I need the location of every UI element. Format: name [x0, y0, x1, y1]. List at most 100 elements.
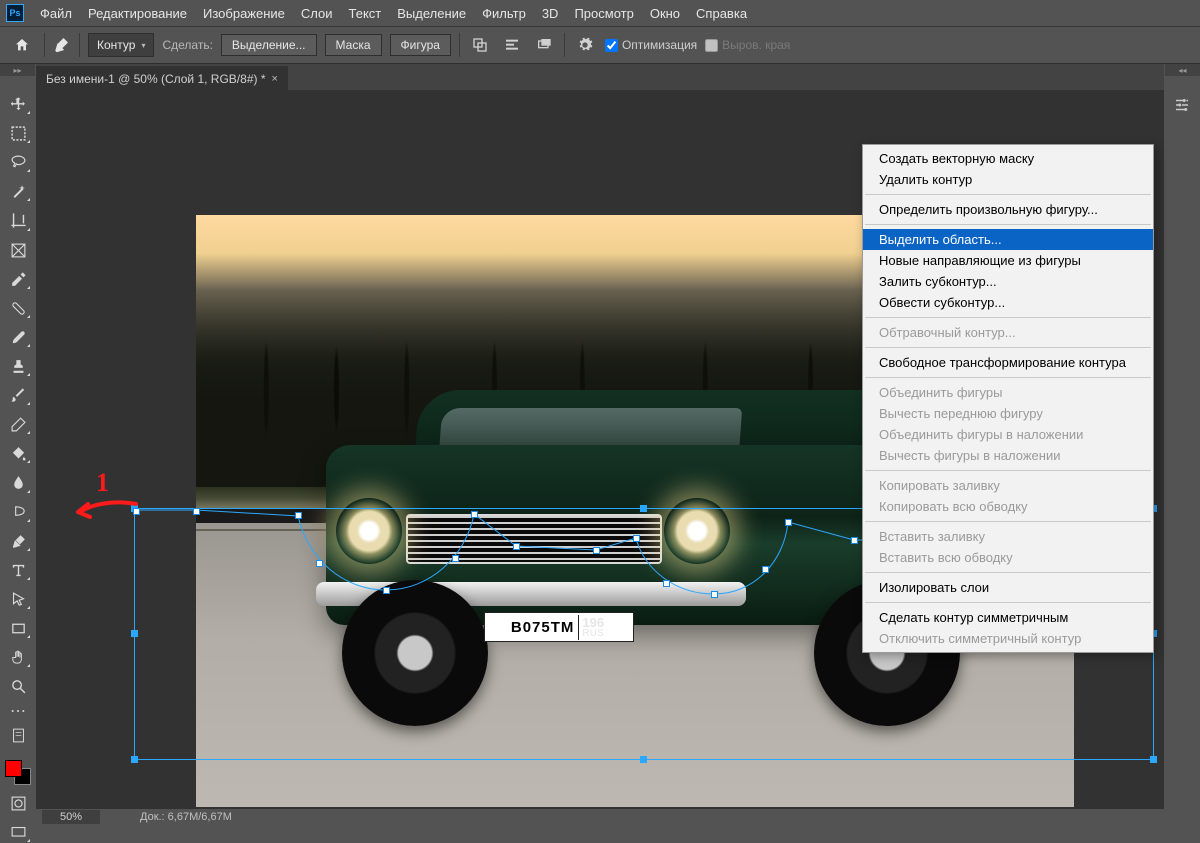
path-anchor[interactable]: [513, 543, 520, 550]
path-anchor[interactable]: [851, 537, 858, 544]
tool-crop[interactable]: [5, 210, 31, 231]
context-menu-item[interactable]: Новые направляющие из фигуры: [863, 250, 1153, 271]
context-menu-separator: [865, 521, 1151, 522]
tool-stamp[interactable]: [5, 356, 31, 377]
make-selection-button[interactable]: Выделение...: [221, 34, 317, 56]
menu-view[interactable]: Просмотр: [574, 6, 633, 21]
path-anchor[interactable]: [452, 555, 459, 562]
left-panel-toggle[interactable]: ▸▸: [0, 64, 35, 76]
path-align-button[interactable]: [500, 34, 524, 56]
tool-quick-mask[interactable]: [5, 793, 31, 814]
gear-button[interactable]: [573, 34, 597, 56]
tool-move[interactable]: [5, 94, 31, 115]
path-anchor[interactable]: [633, 535, 640, 542]
optimize-checkbox[interactable]: Оптимизация: [605, 38, 697, 52]
foreground-color[interactable]: [5, 760, 22, 777]
pen-mode-label: Контур: [97, 38, 135, 52]
align-edges-input: [705, 39, 718, 52]
tool-pen[interactable]: [5, 531, 31, 552]
tool-wand[interactable]: [5, 181, 31, 202]
make-shape-button[interactable]: Фигура: [390, 34, 451, 56]
context-menu-item: Объединить фигуры: [863, 382, 1153, 403]
path-anchor[interactable]: [593, 547, 600, 554]
right-panel-toggle[interactable]: ◂◂: [1165, 64, 1200, 76]
context-menu-item[interactable]: Залить субконтур...: [863, 271, 1153, 292]
tool-history-brush[interactable]: [5, 385, 31, 406]
close-icon[interactable]: ×: [272, 73, 278, 85]
tool-brush[interactable]: [5, 327, 31, 348]
frame-icon: [10, 242, 27, 259]
tool-edit-toolbar[interactable]: [5, 725, 31, 746]
tool-frame[interactable]: [5, 240, 31, 261]
tool-preset[interactable]: [53, 35, 71, 56]
tool-hand[interactable]: [5, 647, 31, 668]
menu-window[interactable]: Окно: [650, 6, 680, 21]
optimize-input[interactable]: [605, 39, 618, 52]
context-menu-item[interactable]: Создать векторную маску: [863, 148, 1153, 169]
context-menu-item[interactable]: Обвести субконтур...: [863, 292, 1153, 313]
context-menu[interactable]: Создать векторную маскуУдалить контур Опр…: [862, 144, 1154, 653]
path-anchor[interactable]: [762, 566, 769, 573]
menu-edit[interactable]: Редактирование: [88, 6, 187, 21]
context-menu-item[interactable]: Свободное трансформирование контура: [863, 352, 1153, 373]
path-anchor[interactable]: [383, 587, 390, 594]
path-anchor[interactable]: [193, 508, 200, 515]
tool-healing[interactable]: [5, 298, 31, 319]
tool-path-select[interactable]: [5, 589, 31, 610]
tool-type[interactable]: [5, 560, 31, 581]
resize-handle-s[interactable]: [640, 756, 647, 763]
make-mask-button[interactable]: Маска: [325, 34, 382, 56]
menu-filter[interactable]: Фильтр: [482, 6, 526, 21]
properties-panel-icon[interactable]: [1171, 94, 1193, 116]
tool-lasso[interactable]: [5, 152, 31, 173]
menu-3d[interactable]: 3D: [542, 6, 559, 21]
path-anchor[interactable]: [316, 560, 323, 567]
brush-icon: [10, 329, 27, 346]
doc-info[interactable]: Док.: 6,67M/6,67M: [140, 811, 232, 823]
quickmask-icon: [10, 795, 27, 812]
context-menu-separator: [865, 317, 1151, 318]
tool-dodge[interactable]: [5, 502, 31, 523]
right-panel: [1164, 76, 1200, 843]
context-menu-item[interactable]: Выделить область...: [863, 229, 1153, 250]
menu-image[interactable]: Изображение: [203, 6, 285, 21]
rectangle-icon: [10, 620, 27, 637]
color-swatches[interactable]: [5, 760, 31, 785]
tool-eyedropper[interactable]: [5, 269, 31, 290]
tool-zoom[interactable]: [5, 676, 31, 697]
context-menu-item[interactable]: Сделать контур симметричным: [863, 607, 1153, 628]
menu-file[interactable]: Файл: [40, 6, 72, 21]
path-arrange-button[interactable]: [532, 34, 556, 56]
menu-select[interactable]: Выделение: [397, 6, 466, 21]
zoom-level-input[interactable]: 50%: [42, 810, 100, 824]
menu-layers[interactable]: Слои: [301, 6, 333, 21]
home-button[interactable]: [8, 32, 36, 58]
context-menu-item[interactable]: Удалить контур: [863, 169, 1153, 190]
path-anchor[interactable]: [471, 511, 478, 518]
tool-screen-mode[interactable]: [5, 822, 31, 843]
tool-gradient[interactable]: [5, 443, 31, 464]
document-title: Без имени-1 @ 50% (Слой 1, RGB/8#) *: [46, 72, 266, 86]
tool-marquee[interactable]: [5, 123, 31, 144]
resize-handle-se[interactable]: [1150, 756, 1157, 763]
pen-mode-select[interactable]: Контур ▾: [88, 33, 154, 57]
menu-help[interactable]: Справка: [696, 6, 747, 21]
path-anchor[interactable]: [663, 580, 670, 587]
menu-text[interactable]: Текст: [349, 6, 382, 21]
resize-handle-w[interactable]: [131, 630, 138, 637]
resize-handle-sw[interactable]: [131, 756, 138, 763]
tool-more[interactable]: [5, 705, 31, 717]
path-ops-button[interactable]: [468, 34, 492, 56]
path-ops-icon: [472, 37, 488, 53]
path-anchor[interactable]: [785, 519, 792, 526]
tool-rectangle[interactable]: [5, 618, 31, 639]
tool-eraser[interactable]: [5, 414, 31, 435]
document-tab[interactable]: Без имени-1 @ 50% (Слой 1, RGB/8#) * ×: [36, 66, 288, 90]
path-anchor[interactable]: [711, 591, 718, 598]
tool-blur[interactable]: [5, 472, 31, 493]
resize-handle-n[interactable]: [640, 505, 647, 512]
zoom-icon: [10, 678, 27, 695]
context-menu-item[interactable]: Определить произвольную фигуру...: [863, 199, 1153, 220]
context-menu-item[interactable]: Изолировать слои: [863, 577, 1153, 598]
path-anchor[interactable]: [295, 512, 302, 519]
